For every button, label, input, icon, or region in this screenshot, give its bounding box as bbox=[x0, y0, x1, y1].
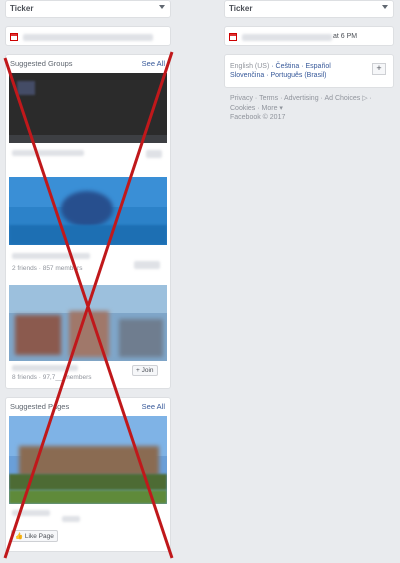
group-cover-image[interactable] bbox=[9, 177, 167, 245]
birthday-text-blurred bbox=[242, 34, 332, 41]
birthday-text-blurred bbox=[23, 34, 153, 41]
ad-choices-icon: ▷ bbox=[362, 95, 368, 102]
ticker-header[interactable]: Ticker bbox=[5, 0, 171, 18]
footer-link-cookies[interactable]: Cookies bbox=[230, 105, 255, 112]
group-join-blurred bbox=[134, 261, 160, 269]
language-list: English (US) · Čeština · Español Slovenč… bbox=[230, 63, 331, 79]
right-sidebar: Ticker at 6 PM English (US) · Čeština · … bbox=[224, 0, 394, 121]
group-name-blurred bbox=[12, 365, 78, 371]
suggested-pages-card: Suggested Pages See All 👍 Like Page bbox=[5, 397, 171, 552]
copyright: Facebook © 2017 bbox=[230, 114, 286, 121]
chevron-down-icon[interactable] bbox=[382, 5, 388, 9]
page-meta-blurred bbox=[62, 516, 80, 522]
calendar-icon bbox=[10, 33, 18, 41]
suggested-groups-card: Suggested Groups See All 2 friends · 857… bbox=[5, 54, 171, 389]
join-group-button[interactable]: + Join bbox=[132, 365, 158, 376]
language-link[interactable]: Čeština bbox=[276, 63, 300, 70]
footer-links: Privacy · Terms · Advertising · Ad Choic… bbox=[230, 95, 372, 121]
birthday-time: at 6 PM bbox=[333, 33, 358, 40]
group-name-blurred bbox=[12, 150, 84, 156]
chevron-down-icon[interactable] bbox=[159, 5, 165, 9]
current-language: English (US) bbox=[230, 63, 270, 70]
footer-link-privacy[interactable]: Privacy bbox=[230, 95, 253, 102]
footer-link-more[interactable]: More bbox=[262, 105, 278, 112]
language-link[interactable]: Slovenčina bbox=[230, 72, 264, 79]
ticker-label: Ticker bbox=[10, 4, 34, 13]
group-cover-image[interactable] bbox=[9, 73, 167, 143]
like-page-button[interactable]: 👍 Like Page bbox=[11, 530, 58, 542]
language-link[interactable]: Español bbox=[306, 63, 331, 70]
page-name-blurred bbox=[12, 510, 50, 516]
calendar-icon bbox=[229, 33, 237, 41]
language-link[interactable]: Português (Brasil) bbox=[270, 72, 326, 79]
page-cover-image[interactable] bbox=[9, 416, 167, 504]
group-cover-image[interactable] bbox=[9, 285, 167, 361]
footer-link-ad-choices[interactable]: Ad Choices bbox=[324, 95, 360, 102]
footer-link-advertising[interactable]: Advertising bbox=[284, 95, 319, 102]
group-name-blurred bbox=[12, 253, 90, 259]
add-language-button[interactable]: + bbox=[372, 63, 386, 75]
group-join-blurred bbox=[146, 150, 162, 158]
ticker-header[interactable]: Ticker bbox=[224, 0, 394, 18]
suggested-groups-see-all[interactable]: See All bbox=[142, 59, 165, 68]
birthday-card[interactable]: at 6 PM bbox=[224, 26, 394, 46]
group-meta: 8 friends · 97,7__ members bbox=[12, 374, 92, 381]
suggested-groups-title: Suggested Groups bbox=[10, 59, 73, 68]
ticker-label: Ticker bbox=[229, 4, 253, 13]
language-selector: English (US) · Čeština · Español Slovenč… bbox=[224, 54, 394, 88]
suggested-pages-title: Suggested Pages bbox=[10, 402, 70, 411]
birthday-card[interactable] bbox=[5, 26, 171, 46]
like-page-label: Like Page bbox=[24, 533, 54, 540]
left-sidebar: Ticker Suggested Groups See All 2 friend… bbox=[5, 0, 171, 552]
footer-link-terms[interactable]: Terms bbox=[259, 95, 278, 102]
suggested-pages-see-all[interactable]: See All bbox=[142, 402, 165, 411]
group-meta: 2 friends · 857 members bbox=[12, 265, 83, 272]
